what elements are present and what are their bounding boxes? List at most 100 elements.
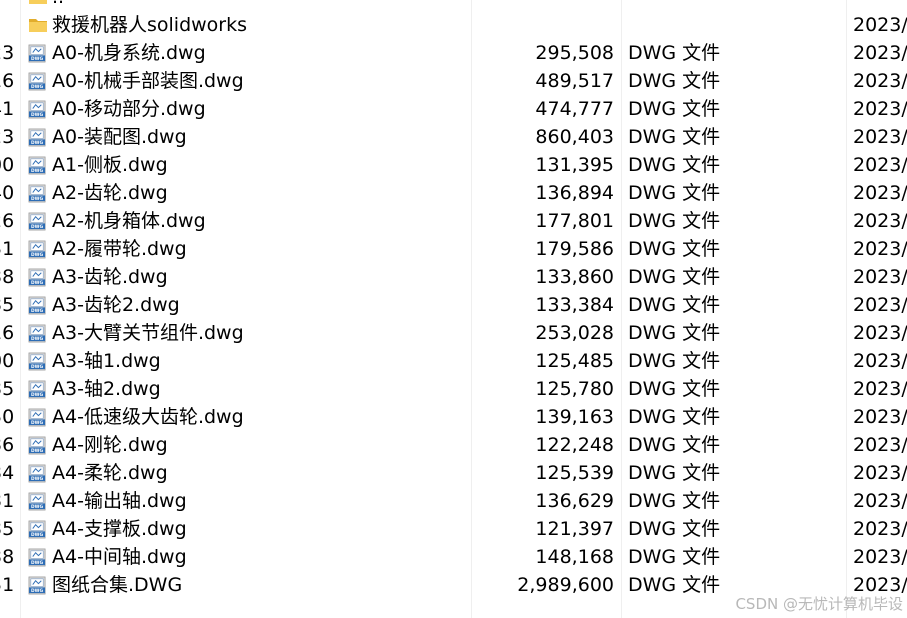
file-row[interactable]: 51 DWG A2-履带轮.dwg 179,586 DWG 文件 2023/4 xyxy=(0,235,907,263)
file-date: 2023/4 xyxy=(853,462,907,484)
file-size: 133,384 xyxy=(535,294,614,316)
file-date: 2023/4 xyxy=(853,406,907,428)
svg-text:DWG: DWG xyxy=(31,364,43,370)
truncated-column-value: 16 xyxy=(0,70,15,92)
file-row[interactable]: 34 DWG A4-柔轮.dwg 125,539 DWG 文件 2023/4 xyxy=(0,459,907,487)
file-name[interactable]: .. xyxy=(52,0,64,11)
file-type: DWG 文件 xyxy=(628,266,721,288)
file-name[interactable]: A2-机身箱体.dwg xyxy=(52,207,206,235)
file-name[interactable]: A3-轴1.dwg xyxy=(52,347,161,375)
svg-text:DWG: DWG xyxy=(31,196,43,202)
file-name[interactable]: A3-大臂关节组件.dwg xyxy=(52,319,244,347)
file-type: DWG 文件 xyxy=(628,518,721,540)
file-size: 295,508 xyxy=(535,42,614,64)
file-type: DWG 文件 xyxy=(628,350,721,372)
file-name[interactable]: 图纸合集.DWG xyxy=(52,571,182,599)
file-row[interactable]: 31 DWG A4-输出轴.dwg 136,629 DWG 文件 2023/4 xyxy=(0,487,907,515)
svg-text:DWG: DWG xyxy=(31,392,43,398)
file-row[interactable]: 23 DWG A0-机身系统.dwg 295,508 DWG 文件 2023/4 xyxy=(0,39,907,67)
svg-text:DWG: DWG xyxy=(31,168,43,174)
dwg-file-icon: DWG xyxy=(28,464,48,483)
dwg-file-icon: DWG xyxy=(28,44,48,63)
file-name[interactable]: A4-刚轮.dwg xyxy=(52,431,168,459)
file-row[interactable]: 00 DWG A1-侧板.dwg 131,395 DWG 文件 2023/4 xyxy=(0,151,907,179)
file-type: DWG 文件 xyxy=(628,462,721,484)
dwg-file-icon: DWG xyxy=(28,324,48,343)
file-date: 2023/4 xyxy=(853,42,907,64)
dwg-file-icon: DWG xyxy=(28,576,48,595)
file-row[interactable]: 40 DWG A2-齿轮.dwg 136,894 DWG 文件 2023/4 xyxy=(0,179,907,207)
file-size: 125,485 xyxy=(535,350,614,372)
dwg-file-icon: DWG xyxy=(28,380,48,399)
file-row[interactable]: 35 DWG A4-支撑板.dwg 121,397 DWG 文件 2023/4 xyxy=(0,515,907,543)
truncated-column-value: 16 xyxy=(0,322,15,344)
file-name[interactable]: A3-齿轮2.dwg xyxy=(52,291,180,319)
file-name[interactable]: A2-齿轮.dwg xyxy=(52,179,168,207)
dwg-file-icon: DWG xyxy=(28,520,48,539)
file-name[interactable]: A4-输出轴.dwg xyxy=(52,487,187,515)
svg-text:DWG: DWG xyxy=(31,448,43,454)
file-name[interactable]: A2-履带轮.dwg xyxy=(52,235,187,263)
file-date: 2023/4 xyxy=(853,490,907,512)
file-row[interactable]: 36 DWG A4-刚轮.dwg 122,248 DWG 文件 2023/4 xyxy=(0,431,907,459)
svg-text:DWG: DWG xyxy=(31,560,43,566)
file-size: 177,801 xyxy=(535,210,614,232)
file-name[interactable]: A4-柔轮.dwg xyxy=(52,459,168,487)
file-row[interactable]: 16 DWG A0-机械手部装图.dwg 489,517 DWG 文件 2023/4 xyxy=(0,67,907,95)
file-size: 136,894 xyxy=(535,182,614,204)
file-name[interactable]: A4-中间轴.dwg xyxy=(52,543,187,571)
truncated-column-value: 51 xyxy=(0,238,15,260)
dwg-file-icon: DWG xyxy=(28,100,48,119)
file-name[interactable]: A0-机械手部装图.dwg xyxy=(52,67,244,95)
truncated-column-value: 31 xyxy=(0,490,15,512)
svg-text:DWG: DWG xyxy=(31,588,43,594)
watermark: CSDN @无忧计算机毕设 xyxy=(735,595,903,613)
svg-text:DWG: DWG xyxy=(31,224,43,230)
file-row[interactable]: 35 DWG A3-齿轮2.dwg 133,384 DWG 文件 2023/4 xyxy=(0,291,907,319)
file-name[interactable]: A4-支撑板.dwg xyxy=(52,515,187,543)
dwg-file-icon: DWG xyxy=(28,492,48,511)
file-date: 2023/4 xyxy=(853,238,907,260)
file-row[interactable]: 35 DWG A3-轴2.dwg 125,780 DWG 文件 2023/4 xyxy=(0,375,907,403)
file-type: DWG 文件 xyxy=(628,406,721,428)
file-name[interactable]: A4-低速级大齿轮.dwg xyxy=(52,403,244,431)
truncated-column-value: 38 xyxy=(0,266,15,288)
file-type: DWG 文件 xyxy=(628,70,721,92)
file-type: DWG 文件 xyxy=(628,378,721,400)
file-date: 2023/4 xyxy=(853,126,907,148)
svg-text:DWG: DWG xyxy=(31,476,43,482)
svg-text:DWG: DWG xyxy=(31,280,43,286)
file-row[interactable]: 00 DWG A3-轴1.dwg 125,485 DWG 文件 2023/4 xyxy=(0,347,907,375)
file-size: 122,248 xyxy=(535,434,614,456)
file-row[interactable]: 38 DWG A3-齿轮.dwg 133,860 DWG 文件 2023/4 xyxy=(0,263,907,291)
dwg-file-icon: DWG xyxy=(28,296,48,315)
file-row[interactable]: 50 DWG A4-低速级大齿轮.dwg 139,163 DWG 文件 2023/4 xyxy=(0,403,907,431)
file-name[interactable]: A3-齿轮.dwg xyxy=(52,263,168,291)
file-type: DWG 文件 xyxy=(628,42,721,64)
file-row[interactable]: 41 DWG A0-移动部分.dwg 474,777 DWG 文件 2023/4 xyxy=(0,95,907,123)
file-date: 2023/4 xyxy=(853,98,907,120)
file-name[interactable]: A3-轴2.dwg xyxy=(52,375,161,403)
svg-text:DWG: DWG xyxy=(31,336,43,342)
file-row[interactable]: 23 DWG A0-装配图.dwg 860,403 DWG 文件 2023/4 xyxy=(0,123,907,151)
folder-icon xyxy=(28,0,48,6)
truncated-column-value: 00 xyxy=(0,154,15,176)
file-name[interactable]: 救援机器人solidworks xyxy=(52,11,247,39)
file-row[interactable]: 38 DWG A4-中间轴.dwg 148,168 DWG 文件 2023/4 xyxy=(0,543,907,571)
file-name[interactable]: A0-机身系统.dwg xyxy=(52,39,206,67)
file-name[interactable]: A0-装配图.dwg xyxy=(52,123,187,151)
file-type: DWG 文件 xyxy=(628,238,721,260)
file-size: 125,539 xyxy=(535,462,614,484)
file-name[interactable]: A1-侧板.dwg xyxy=(52,151,168,179)
svg-text:DWG: DWG xyxy=(31,112,43,118)
file-row[interactable]: 26 DWG A2-机身箱体.dwg 177,801 DWG 文件 2023/4 xyxy=(0,207,907,235)
file-name[interactable]: A0-移动部分.dwg xyxy=(52,95,206,123)
dwg-file-icon: DWG xyxy=(28,128,48,147)
file-row[interactable]: 16 DWG A3-大臂关节组件.dwg 253,028 DWG 文件 2023/4 xyxy=(0,319,907,347)
folder-row[interactable]: .. xyxy=(0,0,907,11)
truncated-column-value: 40 xyxy=(0,182,15,204)
folder-row[interactable]: 救援机器人solidworks 2023/4 xyxy=(0,11,907,39)
file-type: DWG 文件 xyxy=(628,210,721,232)
truncated-column-value: 50 xyxy=(0,406,15,428)
file-type: DWG 文件 xyxy=(628,574,721,596)
